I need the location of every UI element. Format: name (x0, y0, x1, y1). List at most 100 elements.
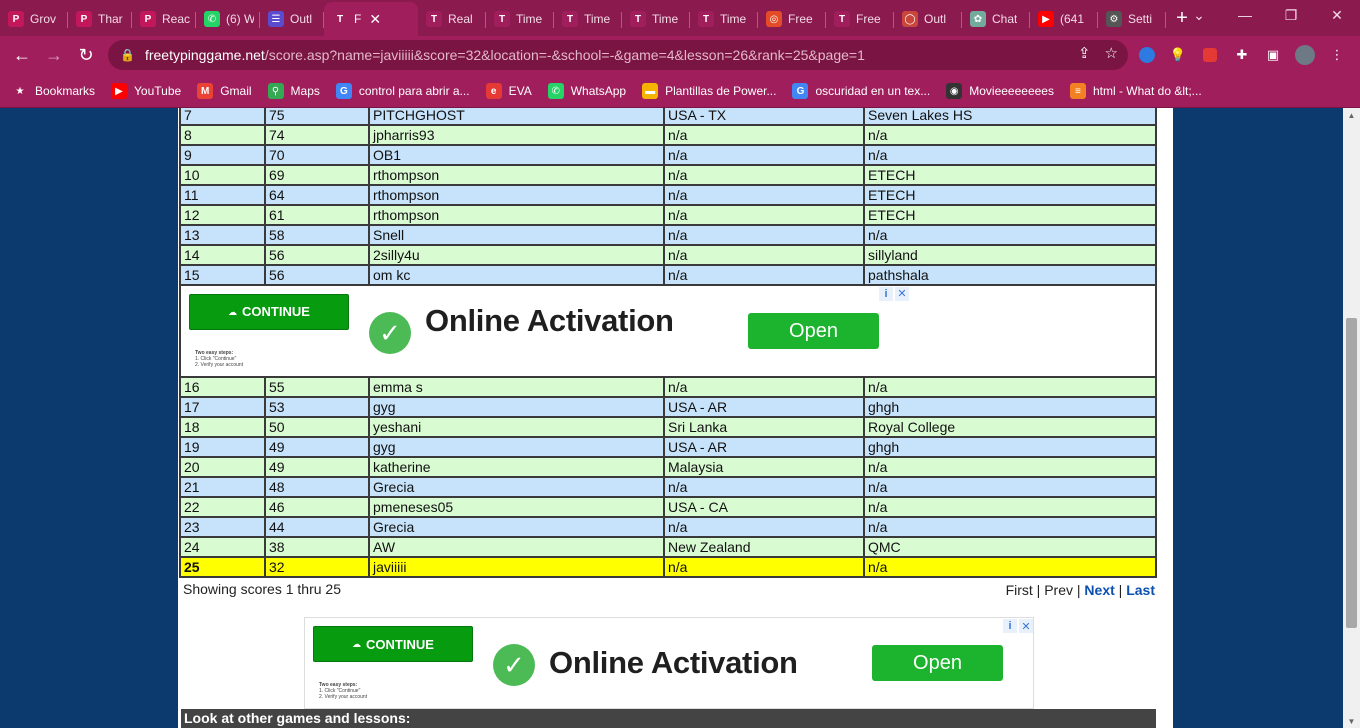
cell-school: ETECH (863, 204, 1157, 226)
bookmark-item[interactable]: ▶ YouTube (111, 83, 181, 99)
cell-name: AW (368, 536, 665, 558)
cell-school: ghgh (863, 436, 1157, 458)
extensions-puzzle-icon[interactable]: ✚ (1229, 42, 1255, 68)
close-window-icon[interactable]: ✕ (1314, 0, 1360, 30)
scrollbar-thumb[interactable] (1346, 318, 1357, 628)
t-logo-icon: T (834, 11, 850, 27)
bookmark-item[interactable]: ★ Bookmarks (12, 83, 96, 99)
cell-name: rthompson (368, 164, 665, 186)
tab-8[interactable]: T Time (554, 4, 622, 34)
tab-0[interactable]: P Grov (0, 4, 68, 34)
slides-icon: ▬ (642, 83, 659, 99)
cell-school: n/a (863, 376, 1157, 398)
minimize-icon[interactable]: — (1222, 0, 1268, 30)
extension-shield-icon[interactable] (1134, 42, 1160, 68)
tab-13[interactable]: ◯ Outl (894, 4, 962, 34)
cell-score: 44 (264, 516, 370, 538)
tab-label: Reac (162, 12, 190, 26)
scroll-up-icon[interactable]: ▲ (1343, 108, 1360, 122)
cell-score: 38 (264, 536, 370, 558)
page-scrollbar[interactable]: ▲ ▼ (1343, 108, 1360, 728)
close-tab-icon[interactable]: ✕ (369, 11, 381, 28)
extension-video-icon[interactable] (1197, 42, 1223, 68)
ad-open-button[interactable]: Open (748, 313, 879, 349)
stackoverflow-icon: ≡ (1069, 83, 1086, 99)
pager-last-link[interactable]: Last (1126, 582, 1155, 598)
tab-9[interactable]: T Time (622, 4, 690, 34)
bookmark-item[interactable]: ⚲ Maps (267, 83, 320, 99)
ad-continue-button[interactable]: ☁ CONTINUE (313, 626, 473, 662)
tab-5[interactable]: T F ✕ (324, 2, 418, 36)
ad-close-icon[interactable]: ✕ (1019, 619, 1033, 633)
bookmark-item[interactable]: ✆ WhatsApp (547, 83, 626, 99)
table-row: 12 61 rthompson n/a ETECH (179, 204, 1157, 226)
ad-info-icon[interactable]: i (1003, 619, 1017, 633)
bookmark-item[interactable]: Goscuridad en un tex... (792, 83, 930, 99)
maps-icon: ⚲ (267, 83, 284, 99)
bookmark-item[interactable]: e EVA (485, 83, 532, 99)
ad-banner[interactable]: ☁ CONTINUE Two easy steps: 1. Click "Conti… (181, 286, 909, 376)
tab-6[interactable]: T Real (418, 4, 486, 34)
tab-search-icon[interactable]: ⌄ (1176, 0, 1222, 30)
tab-label: (6) W (226, 12, 254, 26)
ad-continue-button[interactable]: ☁ CONTINUE (189, 294, 349, 330)
bookmark-star-icon[interactable]: ☆ (1105, 44, 1118, 62)
table-row: 25 32 javiiiii n/a n/a (179, 556, 1157, 578)
cell-name: rthompson (368, 184, 665, 206)
pager-next-link[interactable]: Next (1084, 582, 1114, 598)
cell-school: ghgh (863, 396, 1157, 418)
tab-label: Free (788, 12, 813, 26)
table-row: 14 56 2silly4u n/a sillyland (179, 244, 1157, 266)
cell-rank: 13 (179, 224, 266, 246)
tab-3[interactable]: ✆ (6) W (196, 4, 260, 34)
cell-rank: 24 (179, 536, 266, 558)
cell-school: Royal College (863, 416, 1157, 438)
url-path: /score.asp?name=javiiiii&score=32&locati… (264, 47, 865, 63)
tab-14[interactable]: ✿ Chat (962, 4, 1030, 34)
reload-icon[interactable]: ↻ (70, 40, 102, 72)
showing-scores-text: Showing scores 1 thru 25 (183, 581, 341, 597)
cell-score: 64 (264, 184, 370, 206)
tab-12[interactable]: T Free (826, 4, 894, 34)
chatgpt-icon: ✿ (970, 11, 986, 27)
cell-school: QMC (863, 536, 1157, 558)
tab-10[interactable]: T Time (690, 4, 758, 34)
side-panel-icon[interactable]: ▣ (1260, 42, 1286, 68)
tab-11[interactable]: ◎ Free (758, 4, 826, 34)
tab-label: Outl (924, 12, 947, 26)
back-icon[interactable]: ← (6, 40, 38, 72)
bookmark-item[interactable]: ≡ html - What do &lt;... (1069, 83, 1202, 99)
cell-name: jpharris93 (368, 124, 665, 146)
menu-dots-icon[interactable]: ⋮ (1324, 42, 1350, 68)
cell-rank: 8 (179, 124, 266, 146)
tab-7[interactable]: T Time (486, 4, 554, 34)
ad-close-icon[interactable]: ✕ (895, 287, 909, 301)
ad-open-button[interactable]: Open (872, 645, 1003, 681)
bookmark-item[interactable]: ◉ Movieeeeeeees (946, 83, 1054, 99)
profile-avatar[interactable] (1292, 42, 1318, 68)
tab-16[interactable]: ⚙ Setti (1098, 4, 1166, 34)
tab-2[interactable]: P Reac (132, 4, 196, 34)
forward-icon[interactable]: → (38, 40, 70, 72)
share-icon[interactable]: ⇪ (1078, 44, 1091, 62)
cell-rank: 12 (179, 204, 266, 226)
cell-school: n/a (863, 124, 1157, 146)
bookmark-item[interactable]: ▬ Plantillas de Power... (642, 83, 776, 99)
restore-icon[interactable]: ❐ (1268, 0, 1314, 30)
extension-bulb-icon[interactable]: 💡 (1165, 42, 1191, 68)
bookmark-item[interactable]: Gcontrol para abrir a... (335, 83, 470, 99)
cell-rank: 19 (179, 436, 266, 458)
ad-banner-bottom[interactable]: ☁ CONTINUE Two easy steps: 1. Click "Conti… (304, 617, 1034, 709)
table-row: 9 70 OB1 n/a n/a (179, 144, 1157, 166)
cell-name: katherine (368, 456, 665, 478)
tab-4[interactable]: ☰ Outl (260, 4, 324, 34)
bookmark-item[interactable]: M Gmail (197, 83, 252, 99)
ad-info-icon[interactable]: i (879, 287, 893, 301)
bookmark-label: control para abrir a... (358, 84, 470, 98)
t-logo-icon: T (426, 11, 442, 27)
tab-15[interactable]: ▶ (641 (1030, 4, 1098, 34)
address-bar[interactable]: 🔒 freetypinggame.net/score.asp?name=javi… (108, 40, 1128, 70)
tab-1[interactable]: P Thar (68, 4, 132, 34)
table-row: 19 49 gyg USA - AR ghgh (179, 436, 1157, 458)
scroll-down-icon[interactable]: ▼ (1343, 714, 1360, 728)
